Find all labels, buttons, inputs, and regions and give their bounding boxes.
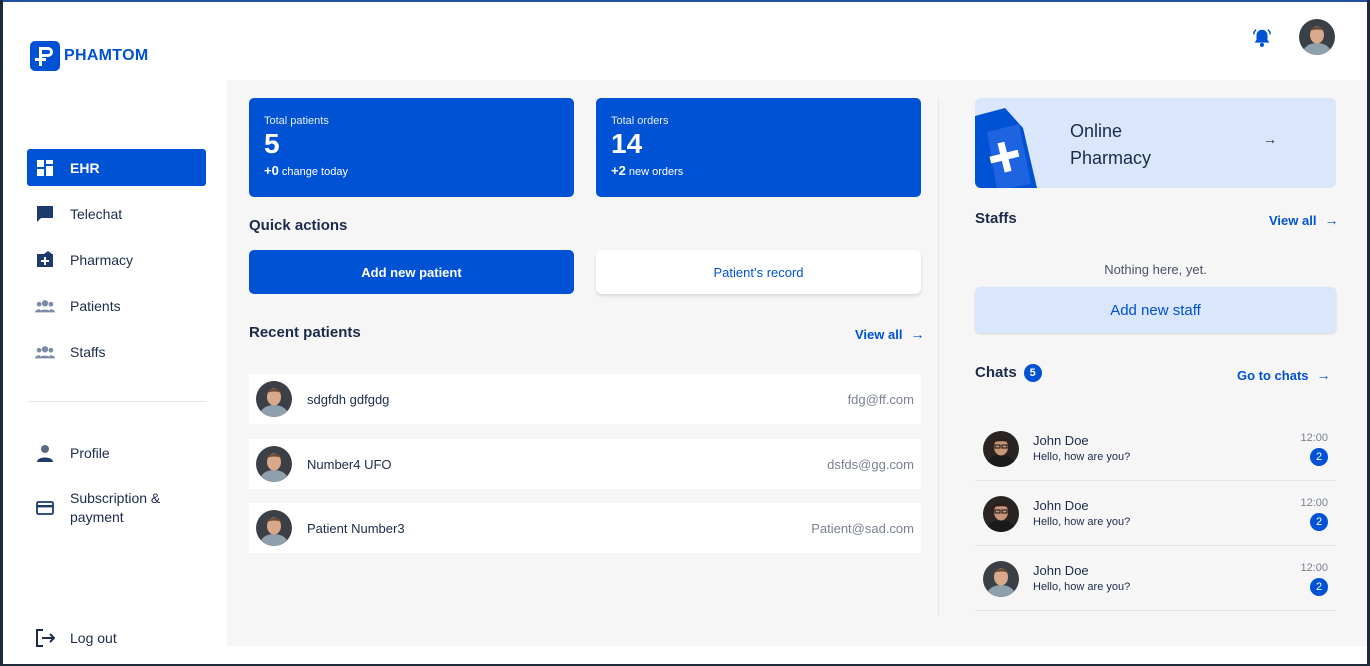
stat-label: Total patients (264, 115, 329, 127)
chat-icon (35, 204, 55, 224)
staffs-empty-message: Nothing here, yet. (1104, 262, 1207, 277)
sidebar-item-label: Pharmacy (70, 251, 134, 268)
online-pharmacy-card[interactable]: Online Pharmacy → (975, 98, 1336, 188)
chat-time: 12:00 (1300, 432, 1328, 444)
chat-row[interactable]: John Doe Hello, how are you? 12:00 2 (975, 481, 1336, 546)
chat-row[interactable]: John Doe Hello, how are you? 12:00 2 (975, 546, 1336, 611)
sidebar-item-label: Subscription & payment (70, 490, 161, 525)
patients-record-button[interactable]: Patient’s record (596, 250, 921, 294)
patient-avatar (256, 446, 292, 482)
chat-time: 12:00 (1300, 497, 1328, 509)
sidebar-item-label: Staffs (70, 343, 106, 360)
chat-name: John Doe (1033, 498, 1089, 513)
patient-email: fdg@ff.com (847, 391, 914, 407)
main-content: Total patients 5 +0 change today Total o… (227, 80, 1367, 646)
stat-value: 5 (264, 128, 280, 159)
dashboard-icon (35, 158, 55, 178)
chat-unread-badge: 2 (1310, 578, 1328, 596)
recent-patients-title: Recent patients (249, 324, 361, 341)
patient-avatar (256, 381, 292, 417)
credit-card-icon (35, 498, 55, 518)
top-border (0, 0, 1370, 2)
logout-button[interactable]: Log out (27, 619, 206, 656)
staffs-view-all[interactable]: View all → (1269, 212, 1338, 228)
sidebar-divider (27, 401, 207, 402)
brand-logo[interactable]: PHAMTOM (30, 41, 148, 71)
logout-label: Log out (70, 629, 117, 646)
brand-name: PHAMTOM (64, 47, 149, 64)
stat-card-orders[interactable]: Total orders 14 +2 new orders (596, 98, 921, 197)
patient-name: Patient Number3 (307, 520, 405, 536)
chat-name: John Doe (1033, 563, 1089, 578)
sidebar-item-profile[interactable]: Profile (27, 434, 206, 471)
sidebar-item-staffs[interactable]: Staffs (27, 333, 206, 370)
patient-email: Patient@sad.com (811, 520, 914, 536)
patient-avatar (256, 510, 292, 546)
go-to-chats-link[interactable]: Go to chats → (1237, 367, 1331, 383)
logo-mark-icon (30, 41, 60, 71)
patient-row[interactable]: sdgfdh gdfgdg fdg@ff.com (249, 374, 921, 424)
stat-change: +2 new orders (611, 163, 684, 178)
patient-row[interactable]: Patient Number3 Patient@sad.com (249, 503, 921, 553)
arrow-right-icon: → (910, 326, 925, 342)
sidebar-item-telechat[interactable]: Telechat (27, 195, 206, 232)
staffs-title: Staffs (975, 210, 1017, 227)
patient-email: dsfds@gg.com (827, 456, 914, 472)
chat-message: Hello, how are you? (1033, 581, 1131, 593)
sidebar-item-label: Telechat (70, 205, 123, 222)
sidebar-item-patients[interactable]: Patients (27, 287, 206, 324)
stat-card-patients[interactable]: Total patients 5 +0 change today (249, 98, 574, 197)
sidebar: EHR Telechat Pharmacy Patients Staffs Pr… (3, 80, 227, 666)
patient-name: Number4 UFO (307, 456, 392, 472)
sidebar-item-label: Patients (70, 297, 121, 314)
sidebar-item-pharmacy[interactable]: Pharmacy (27, 241, 206, 278)
chats-count-badge: 5 (1023, 364, 1042, 383)
chat-unread-badge: 2 (1310, 448, 1328, 466)
column-divider (938, 98, 939, 616)
arrow-right-icon: → (1316, 367, 1331, 383)
recent-patients-view-all[interactable]: View all → (855, 326, 924, 342)
person-icon (35, 443, 55, 463)
stat-label: Total orders (611, 115, 669, 127)
stat-change: +0 change today (264, 163, 348, 178)
quick-actions-title: Quick actions (249, 217, 348, 234)
chat-unread-badge: 2 (1310, 513, 1328, 531)
chats-title: Chats 5 (975, 364, 1042, 383)
chat-row[interactable]: John Doe Hello, how are you? 12:00 2 (975, 416, 1336, 481)
add-new-patient-button[interactable]: Add new patient (249, 250, 574, 294)
online-pharmacy-label: Online Pharmacy (1070, 121, 1152, 168)
stat-value: 14 (611, 128, 643, 159)
patient-row[interactable]: Number4 UFO dsfds@gg.com (249, 439, 921, 489)
logout-icon (35, 628, 55, 648)
pharmacy-icon (35, 250, 55, 270)
patient-name: sdgfdh gdfgdg (307, 391, 390, 407)
sidebar-item-label: Profile (70, 444, 110, 461)
people-icon (35, 342, 55, 362)
people-icon (35, 296, 55, 316)
sidebar-item-subscription[interactable]: Subscription & payment (27, 488, 206, 528)
bell-icon[interactable] (1251, 27, 1273, 49)
pharmacy-bag-icon (975, 108, 1037, 188)
chat-time: 12:00 (1300, 562, 1328, 574)
chat-message: Hello, how are you? (1033, 516, 1131, 528)
user-avatar[interactable] (1299, 19, 1335, 55)
chat-message: Hello, how are you? (1033, 451, 1131, 463)
add-new-staff-button[interactable]: Add new staff (975, 287, 1336, 333)
sidebar-item-label: EHR (70, 159, 100, 176)
chat-avatar (983, 431, 1019, 467)
arrow-right-icon: → (1324, 212, 1339, 228)
chat-avatar (983, 561, 1019, 597)
sidebar-item-ehr[interactable]: EHR (27, 149, 206, 186)
arrow-right-icon: → (1263, 131, 1277, 147)
chat-name: John Doe (1033, 433, 1089, 448)
chat-avatar (983, 496, 1019, 532)
